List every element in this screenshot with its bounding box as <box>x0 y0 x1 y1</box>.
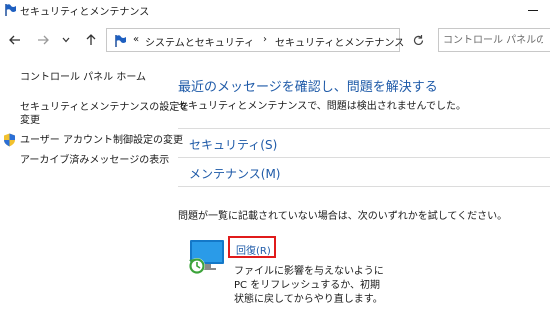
chevron-down-icon <box>62 37 70 43</box>
sidebar-link-uac[interactable]: ユーザー アカウント制御設定の変更 <box>20 134 183 147</box>
sidebar-link-archived[interactable]: アーカイブ済みメッセージの表示 <box>20 154 169 167</box>
breadcrumb-overflow[interactable]: « <box>133 34 139 45</box>
divider <box>178 157 550 158</box>
breadcrumb-arrow[interactable]: › <box>263 34 267 45</box>
divider <box>178 128 550 129</box>
back-arrow-icon <box>9 35 20 45</box>
address-bar[interactable]: « システムとセキュリティ › セキュリティとメンテナンス <box>106 28 404 52</box>
refresh-icon <box>413 34 423 45</box>
section-security[interactable]: セキュリティ(S) <box>189 136 277 153</box>
up-button[interactable] <box>81 30 101 50</box>
minimize-button[interactable] <box>514 0 550 20</box>
search-input[interactable] <box>443 30 543 50</box>
hint-text: 問題が一覧に記載されていない場合は、次のいずれかを試してください。 <box>178 211 508 222</box>
sidebar-link-change-settings-cont[interactable]: 変更 <box>20 114 40 127</box>
back-button[interactable] <box>5 30 25 50</box>
status-text: セキュリティとメンテナンスで、問題は検出されませんでした。 <box>178 101 466 112</box>
breadcrumb-system-security[interactable]: システムとセキュリティ <box>145 34 254 49</box>
window-title: セキュリティとメンテナンス <box>20 7 150 18</box>
section-maintenance[interactable]: メンテナンス(M) <box>189 165 280 182</box>
up-arrow-icon <box>86 34 96 45</box>
forward-arrow-icon <box>38 35 49 45</box>
forward-button[interactable] <box>33 30 53 50</box>
control-panel-flag-icon <box>113 34 127 48</box>
title-bar: セキュリティとメンテナンス <box>0 0 550 20</box>
page-heading: 最近のメッセージを確認し、問題を解決する <box>178 80 438 95</box>
recovery-monitor-icon <box>186 238 228 278</box>
recovery-link[interactable]: 回復(R) <box>236 242 271 257</box>
recent-locations-button[interactable] <box>56 30 76 50</box>
recovery-description-line: 状態に戻してからやり直します。 <box>234 294 383 305</box>
breadcrumb-security-maintenance[interactable]: セキュリティとメンテナンス <box>275 34 404 49</box>
recovery-description-line: PC をリフレッシュするか、初期 <box>234 280 380 291</box>
window-icon <box>3 3 17 17</box>
minimize-icon <box>528 10 538 11</box>
uac-shield-icon <box>3 133 16 147</box>
recovery-description-line: ファイルに影響を与えないように <box>234 266 384 277</box>
search-box[interactable] <box>438 28 550 52</box>
divider <box>178 186 550 187</box>
sidebar-link-home[interactable]: コントロール パネル ホーム <box>20 71 146 84</box>
refresh-button[interactable] <box>408 30 428 50</box>
sidebar-link-change-settings[interactable]: セキュリティとメンテナンスの設定を <box>20 101 189 114</box>
